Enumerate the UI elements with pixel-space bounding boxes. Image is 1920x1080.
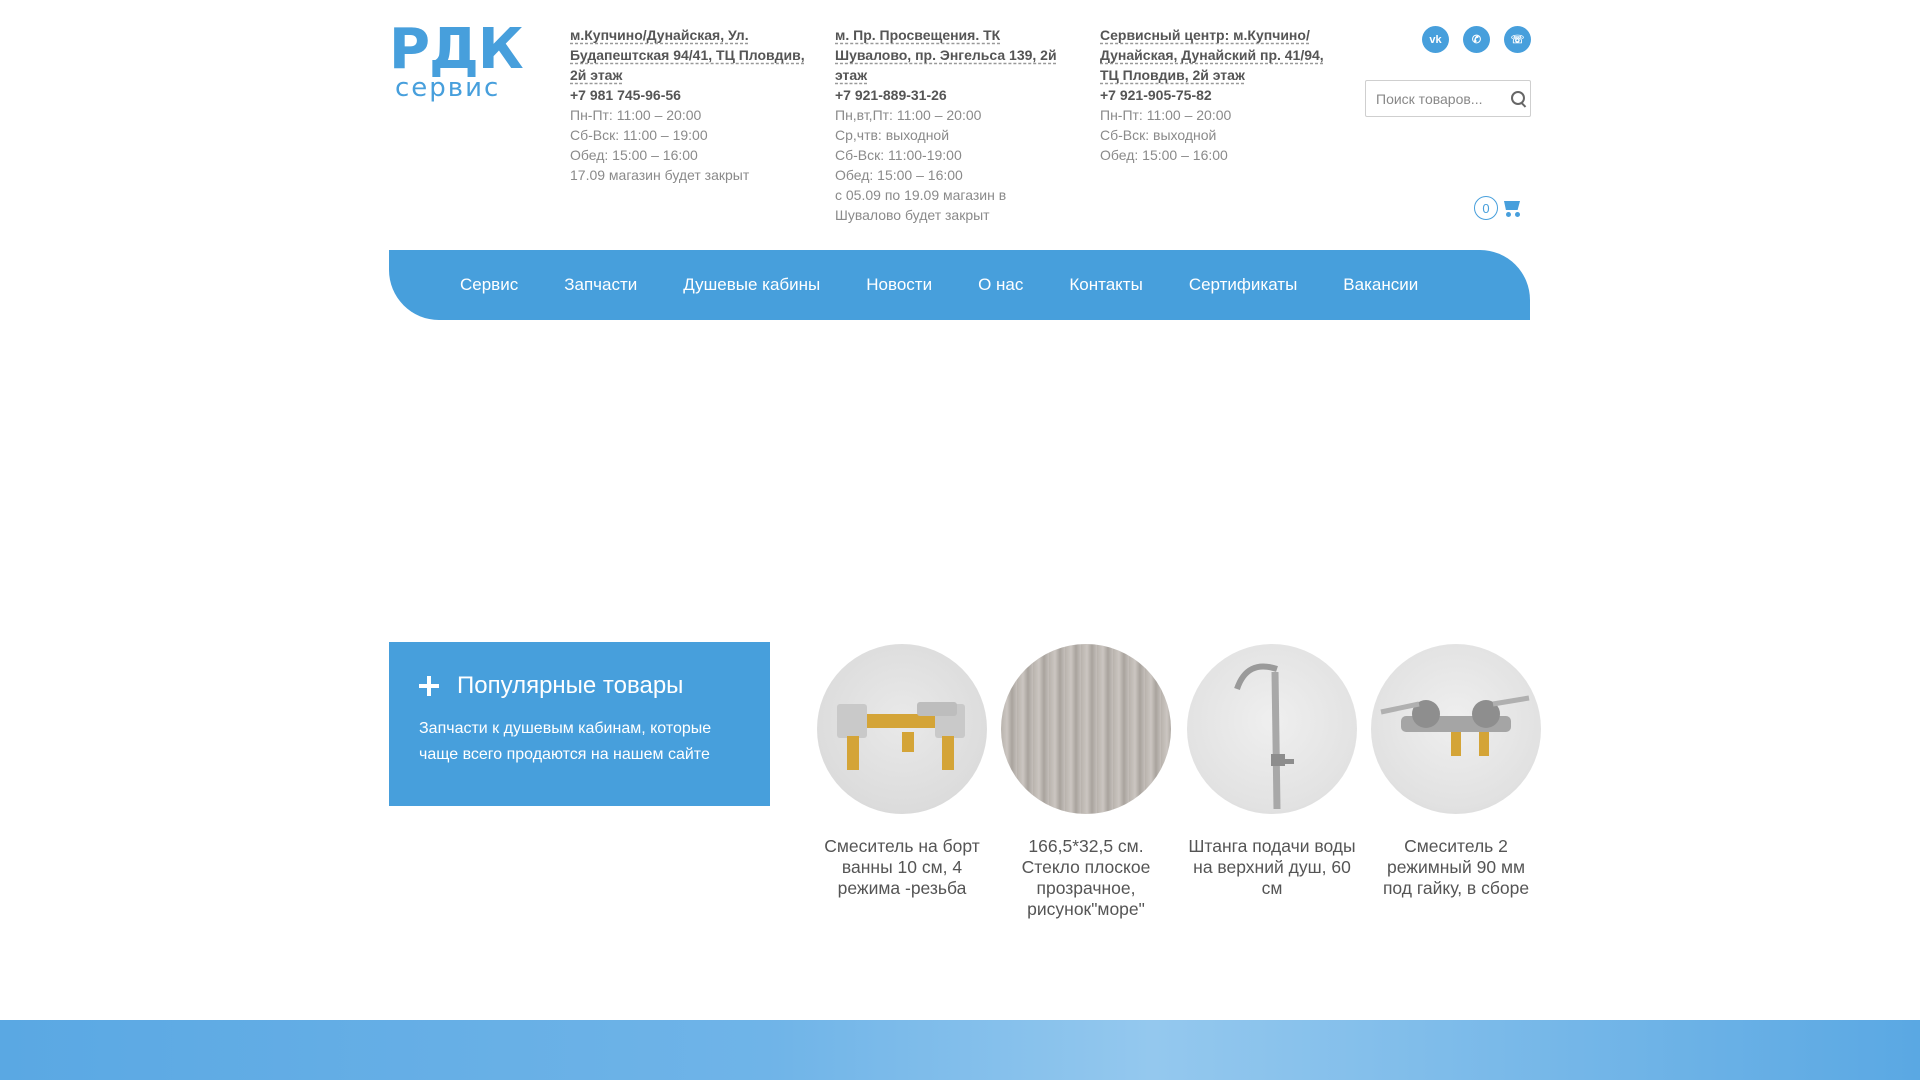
contact-hours: Сб-Вск: 11:00 – 19:00 — [570, 127, 708, 143]
product-card[interactable]: Смеситель на борт ванны 10 см, 4 режима … — [817, 644, 987, 899]
search-input[interactable] — [1376, 90, 1504, 107]
main-nav: Сервис Запчасти Душевые кабины Новости О… — [389, 250, 1530, 320]
contact-block-2: м. Пр. Просвещения. ТК Шувалово, пр. Энг… — [835, 25, 1065, 225]
contact-hours: Пн-Пт: 11:00 – 20:00 — [570, 107, 702, 123]
product-card[interactable]: Смеситель 2 режимный 90 мм под гайку, в … — [1371, 644, 1541, 899]
contact-phone[interactable]: +7 981 745-96-56 — [570, 85, 805, 105]
bottom-banner — [0, 1020, 1920, 1080]
nav-item-certificates[interactable]: Сертификаты — [1189, 275, 1297, 295]
contact-hours: Пн-Пт: 11:00 – 20:00 — [1100, 107, 1232, 123]
hero-banner — [0, 300, 1920, 550]
whatsapp-icon[interactable]: ✆ — [1463, 26, 1490, 53]
hero-subtitle: по доступным ценам в Санкт-Петербурге — [806, 440, 1114, 456]
contact-address[interactable]: м. Пр. Просвещения. ТК Шувалово, пр. Энг… — [835, 25, 1065, 85]
logo[interactable]: РДК сервис — [389, 17, 524, 103]
contact-notice: 17.09 магазин будет закрыт — [570, 167, 750, 183]
social-links: vk ✆ ☏ — [1422, 26, 1531, 53]
popular-products-panel: Популярные товары Запчасти к душевым каб… — [389, 642, 770, 806]
nav-item-vacancies[interactable]: Вакансии — [1343, 275, 1418, 295]
contact-hours: Обед: 15:00 – 16:00 — [1100, 147, 1228, 163]
contact-hours: Обед: 15:00 – 16:00 — [835, 167, 963, 183]
nav-item-shower-cabins[interactable]: Душевые кабины — [683, 275, 820, 295]
logo-sub-text: сервис — [395, 73, 501, 103]
contact-block-3: Сервисный центр: м.Купчино/ Дунайская, Д… — [1100, 25, 1335, 165]
nav-item-about[interactable]: О нас — [978, 275, 1023, 295]
contact-hours: Пн,вт,Пт: 11:00 – 20:00 — [835, 107, 982, 123]
contact-notice: с 05.09 по 19.09 магазин в Шувалово буде… — [835, 187, 1007, 223]
popular-title: Популярные товары — [457, 672, 684, 699]
move-icon — [419, 676, 439, 696]
product-name[interactable]: Смеситель на борт ванны 10 см, 4 режима … — [817, 836, 987, 899]
cart-count: 0 — [1474, 196, 1498, 220]
contact-address[interactable]: Сервисный центр: м.Купчино/ Дунайская, Д… — [1100, 25, 1335, 85]
contact-phone[interactable]: +7 921-889-31-26 — [835, 85, 1065, 105]
product-image[interactable] — [1371, 644, 1541, 814]
product-card[interactable]: 166,5*32,5 см. Стекло плоское прозрачное… — [1001, 644, 1171, 920]
contact-hours: Обед: 15:00 – 16:00 — [570, 147, 698, 163]
product-image[interactable] — [1187, 644, 1357, 814]
product-name[interactable]: Штанга подачи воды на верхний душ, 60 см — [1187, 836, 1357, 899]
vk-icon[interactable]: vk — [1422, 26, 1449, 53]
popular-description: Запчасти к душевым кабинам, которые чаще… — [419, 720, 712, 763]
product-name[interactable]: 166,5*32,5 см. Стекло плоское прозрачное… — [1001, 836, 1171, 920]
search-box — [1365, 80, 1531, 117]
viber-icon[interactable]: ☏ — [1504, 26, 1531, 53]
contact-block-1: м.Купчино/Дунайская, Ул. Будапештская 94… — [570, 25, 805, 185]
nav-item-news[interactable]: Новости — [866, 275, 932, 295]
hero-title: Установка, ремонт душевых кабин и запчас… — [577, 390, 1343, 422]
contact-address[interactable]: м.Купчино/Дунайская, Ул. Будапештская 94… — [570, 25, 805, 85]
search-icon[interactable] — [1510, 90, 1528, 108]
contact-phone[interactable]: +7 921-905-75-82 — [1100, 85, 1335, 105]
nav-item-parts[interactable]: Запчасти — [564, 275, 637, 295]
contact-hours: Сб-Вск: 11:00-19:00 — [835, 147, 962, 163]
cart[interactable]: 0 — [1474, 196, 1523, 220]
contact-hours: Сб-Вск: выходной — [1100, 127, 1217, 143]
product-image[interactable] — [1001, 644, 1171, 814]
product-name[interactable]: Смеситель 2 режимный 90 мм под гайку, в … — [1371, 836, 1541, 899]
nav-item-service[interactable]: Сервис — [460, 275, 518, 295]
product-card[interactable]: Штанга подачи воды на верхний душ, 60 см — [1187, 644, 1357, 899]
nav-item-contacts[interactable]: Контакты — [1069, 275, 1142, 295]
contact-hours: Ср,чтв: выходной — [835, 127, 950, 143]
cart-icon[interactable] — [1501, 198, 1523, 218]
logo-main-text: РДК — [389, 17, 524, 82]
product-image[interactable] — [817, 644, 987, 814]
